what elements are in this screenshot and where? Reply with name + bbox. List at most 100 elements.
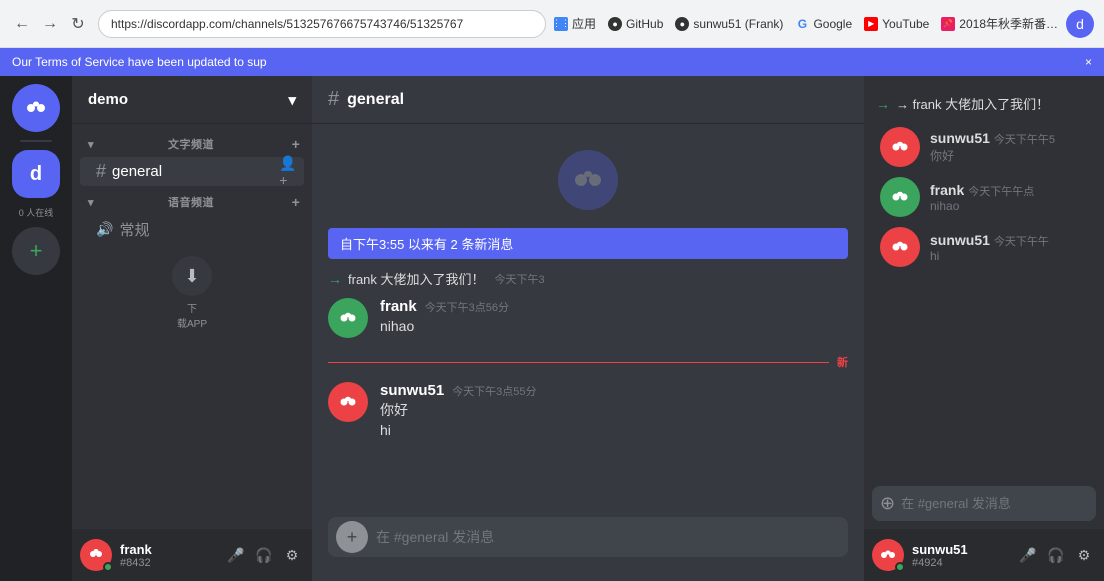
server-dropdown-icon: ▾	[288, 91, 296, 109]
right-join-text: → frank 大佬加入了我们！	[896, 94, 1049, 113]
right-user-controls: 🎤 🎧 ⚙	[1016, 543, 1096, 567]
left-deafen-button[interactable]: 🎧	[252, 543, 276, 567]
sunwu51-message-time: 今天下午3点55分	[452, 383, 536, 399]
frank-message-header: frank 今天下午3点56分	[380, 298, 848, 315]
member-avatar-sunwu51-1	[880, 127, 920, 167]
right-attachment-button[interactable]: ⊕	[880, 493, 895, 514]
server-icon-demo[interactable]: d	[12, 150, 60, 198]
apps-icon: ⋮⋮	[554, 17, 568, 31]
channel-user-add-icon[interactable]: 👤+	[280, 164, 296, 180]
add-text-channel-button[interactable]: +	[288, 136, 304, 152]
mascot-icon	[558, 150, 618, 210]
frank-avatar	[328, 298, 368, 338]
server-name-header[interactable]: demo ▾	[72, 76, 312, 124]
online-count: 0 人在线	[19, 206, 54, 219]
forward-button[interactable]: →	[38, 12, 62, 36]
bookmark-youtube[interactable]: ▶ YouTube	[864, 17, 929, 31]
text-category-chevron: ▾	[88, 138, 94, 151]
right-user-bar: sunwu51 #4924 🎤 🎧 ⚙	[864, 529, 1104, 581]
refresh-button[interactable]: ↻	[66, 12, 90, 36]
bookmark-apps-label: 应用	[572, 15, 596, 32]
discord-home-button[interactable]	[12, 84, 60, 132]
bookmark-github-1[interactable]: ● GitHub	[608, 17, 663, 31]
text-category-label: 文字频道	[168, 136, 214, 152]
server-list: d 0 人在线 +	[0, 76, 72, 581]
system-join-time: 今天下午3	[495, 271, 545, 287]
url-bar[interactable]: https://discordapp.com/channels/51325767…	[98, 10, 546, 38]
youtube-icon: ▶	[864, 17, 878, 31]
right-chat-input-field[interactable]	[901, 486, 1088, 521]
left-mute-button[interactable]: 🎤	[224, 543, 248, 567]
left-settings-button[interactable]: ⚙	[280, 543, 304, 567]
voice-category-header[interactable]: ▾ 语音频道 +	[72, 190, 312, 214]
chat-attachment-button[interactable]: +	[336, 521, 368, 553]
add-server-button[interactable]: +	[12, 227, 60, 275]
member-name-sunwu51-2: sunwu51	[930, 232, 990, 248]
member-info-sunwu51-1: sunwu51 今天下午午5 你好	[930, 130, 1088, 164]
notification-close-button[interactable]: ×	[1085, 55, 1092, 69]
member-item-sunwu51-1[interactable]: sunwu51 今天下午午5 你好	[872, 123, 1096, 171]
github-icon-2: ●	[675, 17, 689, 31]
bookmark-2018[interactable]: 📌 2018年秋季新番…	[941, 15, 1058, 32]
right-mute-button[interactable]: 🎤	[1016, 543, 1040, 567]
left-user-info: frank #8432	[120, 542, 216, 569]
bookmark-google[interactable]: G Google	[795, 17, 852, 31]
bookmark-2018-label: 2018年秋季新番…	[959, 15, 1058, 32]
bookmark-youtube-label: YouTube	[882, 17, 929, 31]
right-username: sunwu51	[912, 542, 1008, 557]
right-status-dot	[895, 562, 905, 572]
mascot-area	[328, 140, 848, 220]
browser-bar: ← → ↻ https://discordapp.com/channels/51…	[0, 0, 1104, 48]
new-divider-line	[328, 362, 829, 363]
frank-message-text: nihao	[380, 317, 848, 337]
members-list: → → frank 大佬加入了我们！ sunwu51 今天下午午5	[864, 76, 1104, 486]
member-item-frank[interactable]: frank 今天下午午点 nihao	[872, 173, 1096, 221]
text-channel-category: ▾ 文字频道 + # general 👤+	[72, 132, 312, 186]
bookmark-github-2[interactable]: ● sunwu51 (Frank)	[675, 17, 783, 31]
member-time-sunwu51-1: 今天下午午5	[994, 131, 1055, 147]
discord-browser-icon: d	[1066, 10, 1094, 38]
chat-header: # general	[312, 76, 864, 124]
bookmark-2018-icon: 📌	[941, 17, 955, 31]
channel-item-general[interactable]: # general 👤+	[80, 157, 304, 186]
download-icon: ⬇	[172, 256, 212, 296]
text-category-header[interactable]: ▾ 文字频道 +	[72, 132, 312, 156]
frank-message-content: frank 今天下午3点56分 nihao	[380, 298, 848, 338]
member-message-frank: nihao	[930, 199, 1088, 213]
left-user-avatar	[80, 539, 112, 571]
right-input-area: ⊕	[864, 486, 1104, 529]
bookmark-github-label-1: GitHub	[626, 17, 663, 31]
right-settings-button[interactable]: ⚙	[1072, 543, 1096, 567]
left-username: frank	[120, 542, 216, 557]
new-messages-banner[interactable]: 自下午3:55 以来有 2 条新消息	[328, 228, 848, 259]
member-message-sunwu51-1: 你好	[930, 147, 1088, 164]
sunwu51-message-text-1: 你好	[380, 401, 848, 421]
chat-channel-name: general	[347, 91, 404, 109]
channel-name-general: general	[112, 163, 162, 180]
member-message-sunwu51-2: hi	[930, 249, 1088, 263]
github-icon-1: ●	[608, 17, 622, 31]
chat-input-field[interactable]	[376, 517, 840, 557]
member-avatar-sunwu51-2	[880, 227, 920, 267]
chat-messages: 自下午3:55 以来有 2 条新消息 → frank 大佬加入了我们！ 今天下午…	[312, 124, 864, 517]
server-list-divider	[20, 140, 52, 142]
main-chat-area: # general 自下午3:55 以来有 2 条新消息	[312, 76, 864, 581]
member-item-sunwu51-2[interactable]: sunwu51 今天下午午 hi	[872, 223, 1096, 271]
right-user-avatar	[872, 539, 904, 571]
back-button[interactable]: ←	[10, 12, 34, 36]
voice-channel-icon: 🔊	[96, 221, 113, 238]
sunwu51-message-content: sunwu51 今天下午3点55分 你好 hi	[380, 382, 848, 440]
right-deafen-button[interactable]: 🎧	[1044, 543, 1068, 567]
discord-app: d 0 人在线 + demo ▾ ▾ 文字频道 + # general 👤+	[0, 76, 1104, 581]
member-info-frank: frank 今天下午午点 nihao	[930, 182, 1088, 213]
add-voice-channel-button[interactable]: +	[288, 194, 304, 210]
new-messages-text: 自下午3:55 以来有 2 条新消息	[340, 237, 513, 252]
voice-channel-category: ▾ 语音频道 + 🔊 常规	[72, 190, 312, 244]
voice-channel-regular[interactable]: 🔊 常规	[80, 215, 304, 244]
bookmark-apps[interactable]: ⋮⋮ 应用	[554, 15, 596, 32]
members-panel: → → frank 大佬加入了我们！ sunwu51 今天下午午5	[864, 76, 1104, 581]
browser-nav-buttons: ← → ↻	[10, 12, 90, 36]
download-app-section[interactable]: ⬇ 下载APP	[72, 248, 312, 338]
chat-header-hash: #	[328, 88, 339, 111]
chat-input-box: +	[328, 517, 848, 557]
